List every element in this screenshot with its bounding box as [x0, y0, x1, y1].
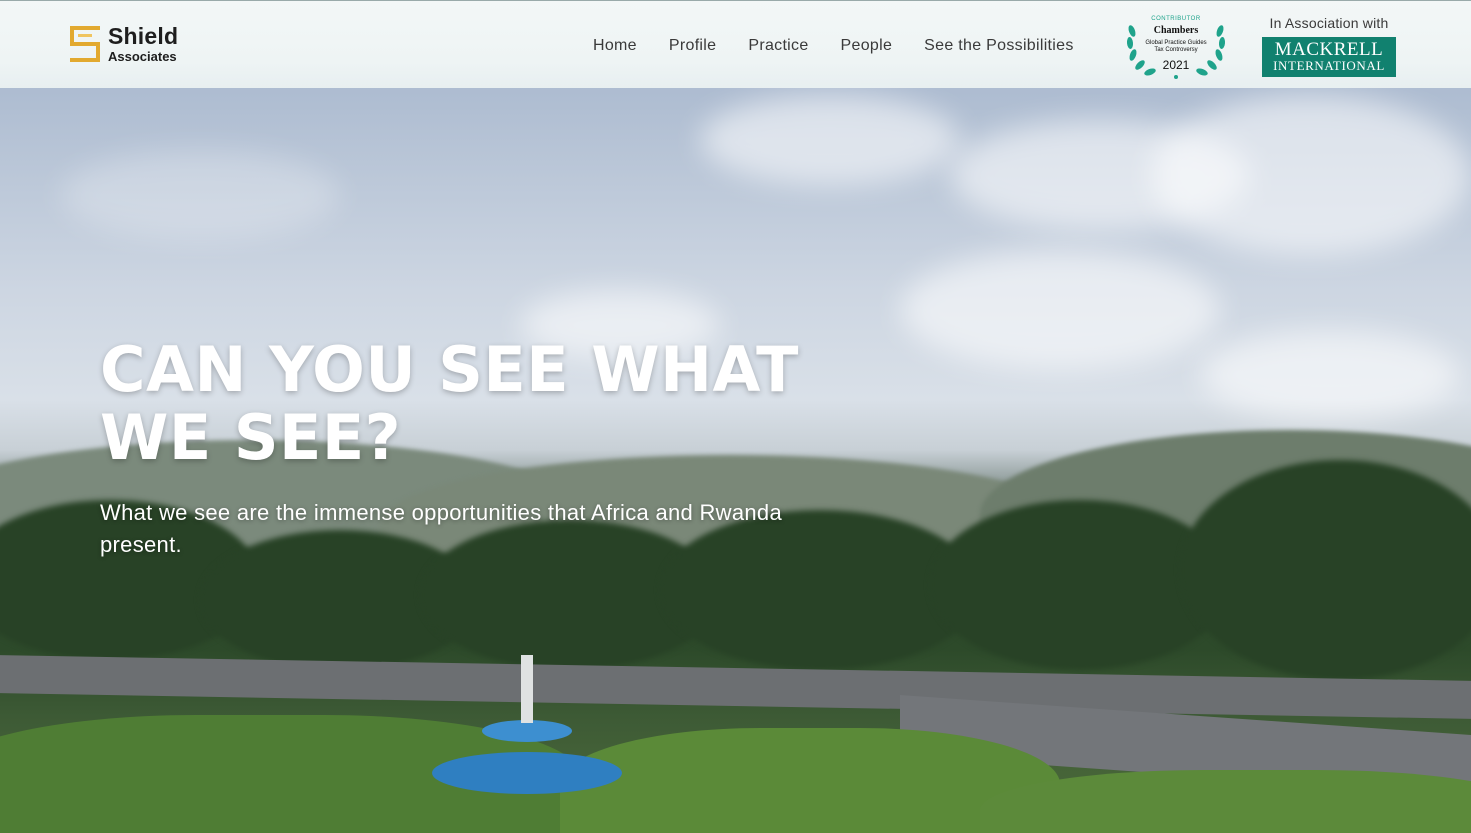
partner-name: MACKRELL: [1274, 39, 1384, 60]
hero-subheadline: What we see are the immense opportunitie…: [100, 500, 783, 557]
brand-logo[interactable]: Shield Associates: [70, 25, 178, 63]
badge-brand: Chambers: [1153, 25, 1199, 36]
chambers-badge: CONTRIBUTOR Chambers Global Practice Gui…: [1122, 13, 1230, 81]
association-block: In Association with MACKRELL INTERNATION…: [1262, 15, 1396, 77]
badge-contributor: CONTRIBUTOR: [1151, 16, 1201, 22]
nav-profile[interactable]: Profile: [669, 37, 716, 55]
site-header: Shield Associates Home Profile Practice …: [0, 0, 1471, 88]
brand-name: Shield: [108, 23, 179, 49]
nav-people[interactable]: People: [841, 37, 893, 55]
main-nav: Home Profile Practice People See the Pos…: [593, 37, 1106, 55]
brand-subname: Associates: [108, 49, 177, 64]
hero-headline: CAN YOU SEE WHAT WE SEE?: [100, 333, 799, 474]
nav-see-the-possibilities[interactable]: See the Possibilities: [924, 37, 1074, 55]
nav-home[interactable]: Home: [593, 37, 637, 55]
badge-year: 2021: [1162, 58, 1190, 72]
nav-practice[interactable]: Practice: [748, 37, 808, 55]
association-label: In Association with: [1269, 15, 1389, 31]
shield-logo-icon: [70, 26, 100, 62]
partner-subname: INTERNATIONAL: [1273, 58, 1385, 73]
mackrell-international-logo[interactable]: MACKRELL INTERNATIONAL: [1262, 37, 1396, 77]
badge-practice-area: Tax Controversy: [1154, 47, 1198, 53]
badge-guide: Global Practice Guides: [1145, 40, 1207, 46]
